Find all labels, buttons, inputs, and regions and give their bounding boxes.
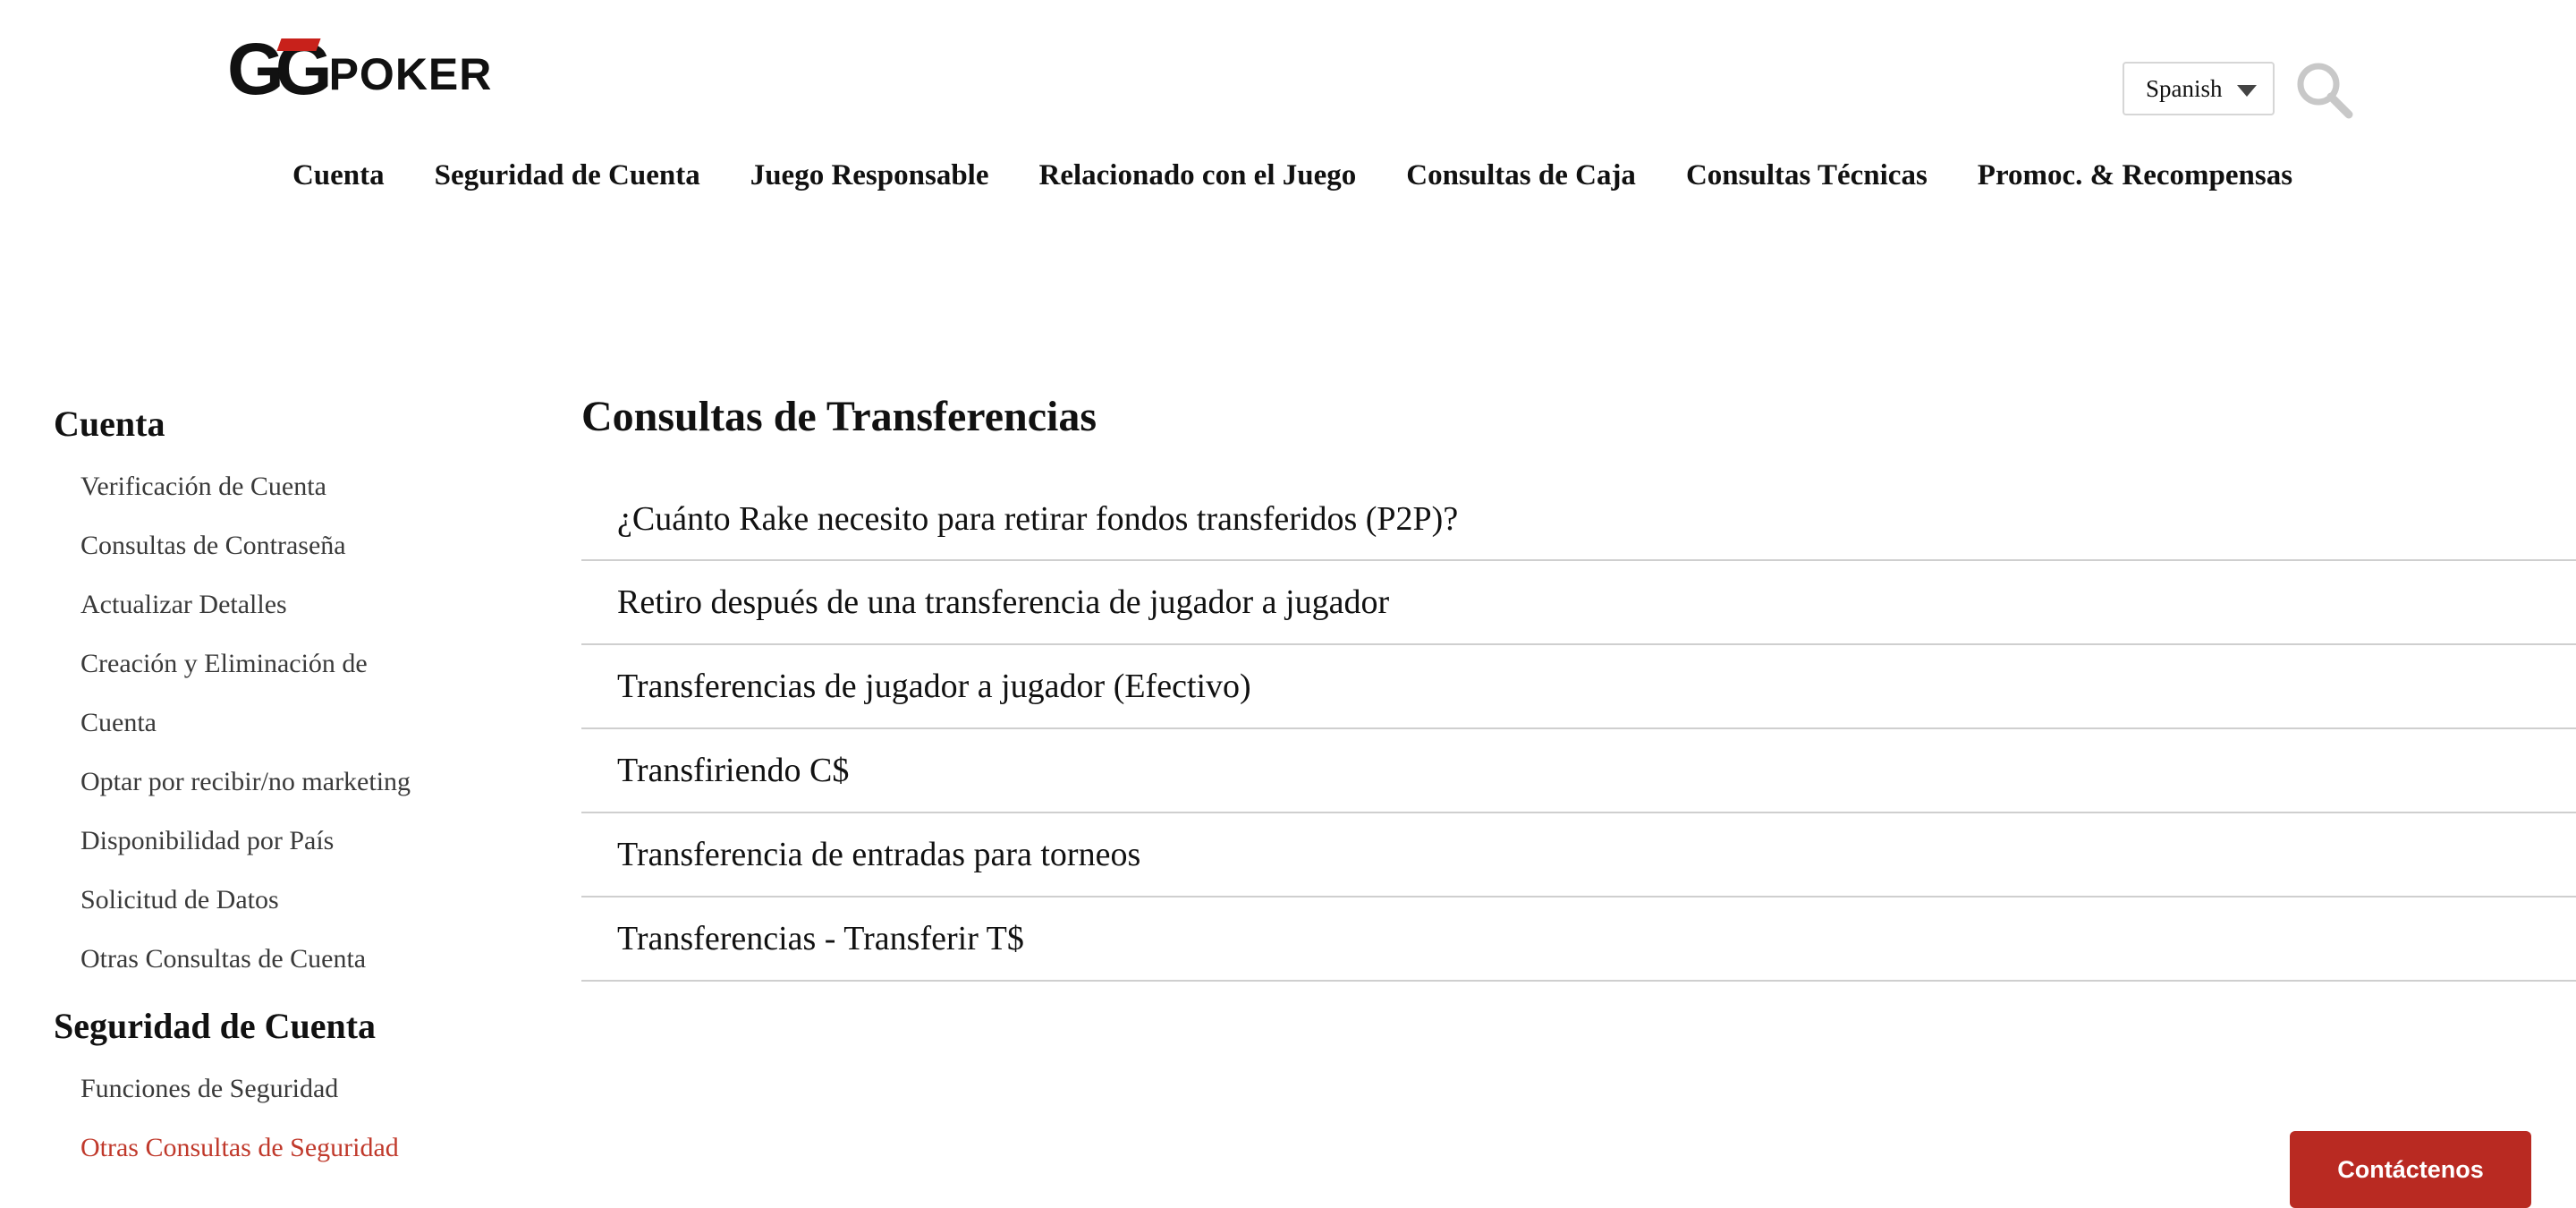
nav-item-promociones-recompensas[interactable]: Promoc. & Recompensas <box>1978 159 2292 192</box>
article-link[interactable]: Transferencia de entradas para torneos <box>581 813 2576 897</box>
sidebar-list-seguridad: Funciones de Seguridad Otras Consultas d… <box>54 1059 519 1178</box>
main-nav: Cuenta Seguridad de Cuenta Juego Respons… <box>0 159 2576 192</box>
sidebar-item-actualizar-detalles[interactable]: Actualizar Detalles <box>80 575 519 634</box>
search-icon[interactable] <box>2295 61 2354 120</box>
nav-item-juego-responsable[interactable]: Juego Responsable <box>750 159 989 192</box>
logo-poker-text: POKER <box>328 49 493 99</box>
language-select[interactable]: Spanish <box>2123 62 2275 115</box>
contact-button[interactable]: Contáctenos <box>2290 1131 2531 1208</box>
nav-item-seguridad-de-cuenta[interactable]: Seguridad de Cuenta <box>435 159 700 192</box>
sidebar-item-optar-marketing[interactable]: Optar por recibir/no marketing <box>80 753 519 812</box>
gg-poker-logo[interactable]: GG POKER <box>227 29 531 110</box>
page-title: Consultas de Transferencias <box>581 393 1097 440</box>
nav-item-cuenta[interactable]: Cuenta <box>292 159 385 192</box>
sidebar-item-funciones-de-seguridad[interactable]: Funciones de Seguridad <box>80 1059 519 1119</box>
article-link[interactable]: Transferencias - Transferir T$ <box>581 897 2576 982</box>
sidebar-item-otras-consultas-de-cuenta[interactable]: Otras Consultas de Cuenta <box>80 930 519 989</box>
sidebar-heading-seguridad-de-cuenta[interactable]: Seguridad de Cuenta <box>54 1005 519 1047</box>
nav-item-relacionado-con-el-juego[interactable]: Relacionado con el Juego <box>1039 159 1357 192</box>
sidebar-item-consultas-de-contrasena[interactable]: Consultas de Contraseña <box>80 516 519 575</box>
sidebar-item-creacion-eliminacion-line1[interactable]: Creación y Eliminación de <box>80 634 519 693</box>
language-selected-value: Spanish <box>2146 74 2223 102</box>
article-link[interactable]: Transfiriendo C$ <box>581 729 2576 813</box>
nav-item-consultas-de-caja[interactable]: Consultas de Caja <box>1406 159 1636 192</box>
sidebar-item-disponibilidad-por-pais[interactable]: Disponibilidad por País <box>80 812 519 871</box>
sidebar-item-creacion-eliminacion-line2[interactable]: Cuenta <box>80 693 519 753</box>
sidebar-list-cuenta: Verificación de Cuenta Consultas de Cont… <box>54 457 519 989</box>
logo-gg-text: GG <box>227 29 333 110</box>
article-link[interactable]: Transferencias de jugador a jugador (Efe… <box>581 645 2576 729</box>
sidebar-item-verificacion-de-cuenta[interactable]: Verificación de Cuenta <box>80 457 519 516</box>
article-list: ¿Cuánto Rake necesito para retirar fondo… <box>581 479 2576 982</box>
sidebar-item-otras-consultas-de-seguridad[interactable]: Otras Consultas de Seguridad <box>80 1119 519 1178</box>
article-link[interactable]: ¿Cuánto Rake necesito para retirar fondo… <box>581 479 2576 561</box>
nav-item-consultas-tecnicas[interactable]: Consultas Técnicas <box>1686 159 1928 192</box>
sidebar-heading-cuenta[interactable]: Cuenta <box>54 403 519 445</box>
sidebar-item-solicitud-de-datos[interactable]: Solicitud de Datos <box>80 871 519 930</box>
article-link[interactable]: Retiro después de una transferencia de j… <box>581 561 2576 645</box>
main-content: Consultas de Transferencias ¿Cuánto Rake… <box>581 392 2576 982</box>
chevron-down-icon <box>2237 85 2257 97</box>
sidebar: Cuenta Verificación de Cuenta Consultas … <box>54 403 519 1178</box>
